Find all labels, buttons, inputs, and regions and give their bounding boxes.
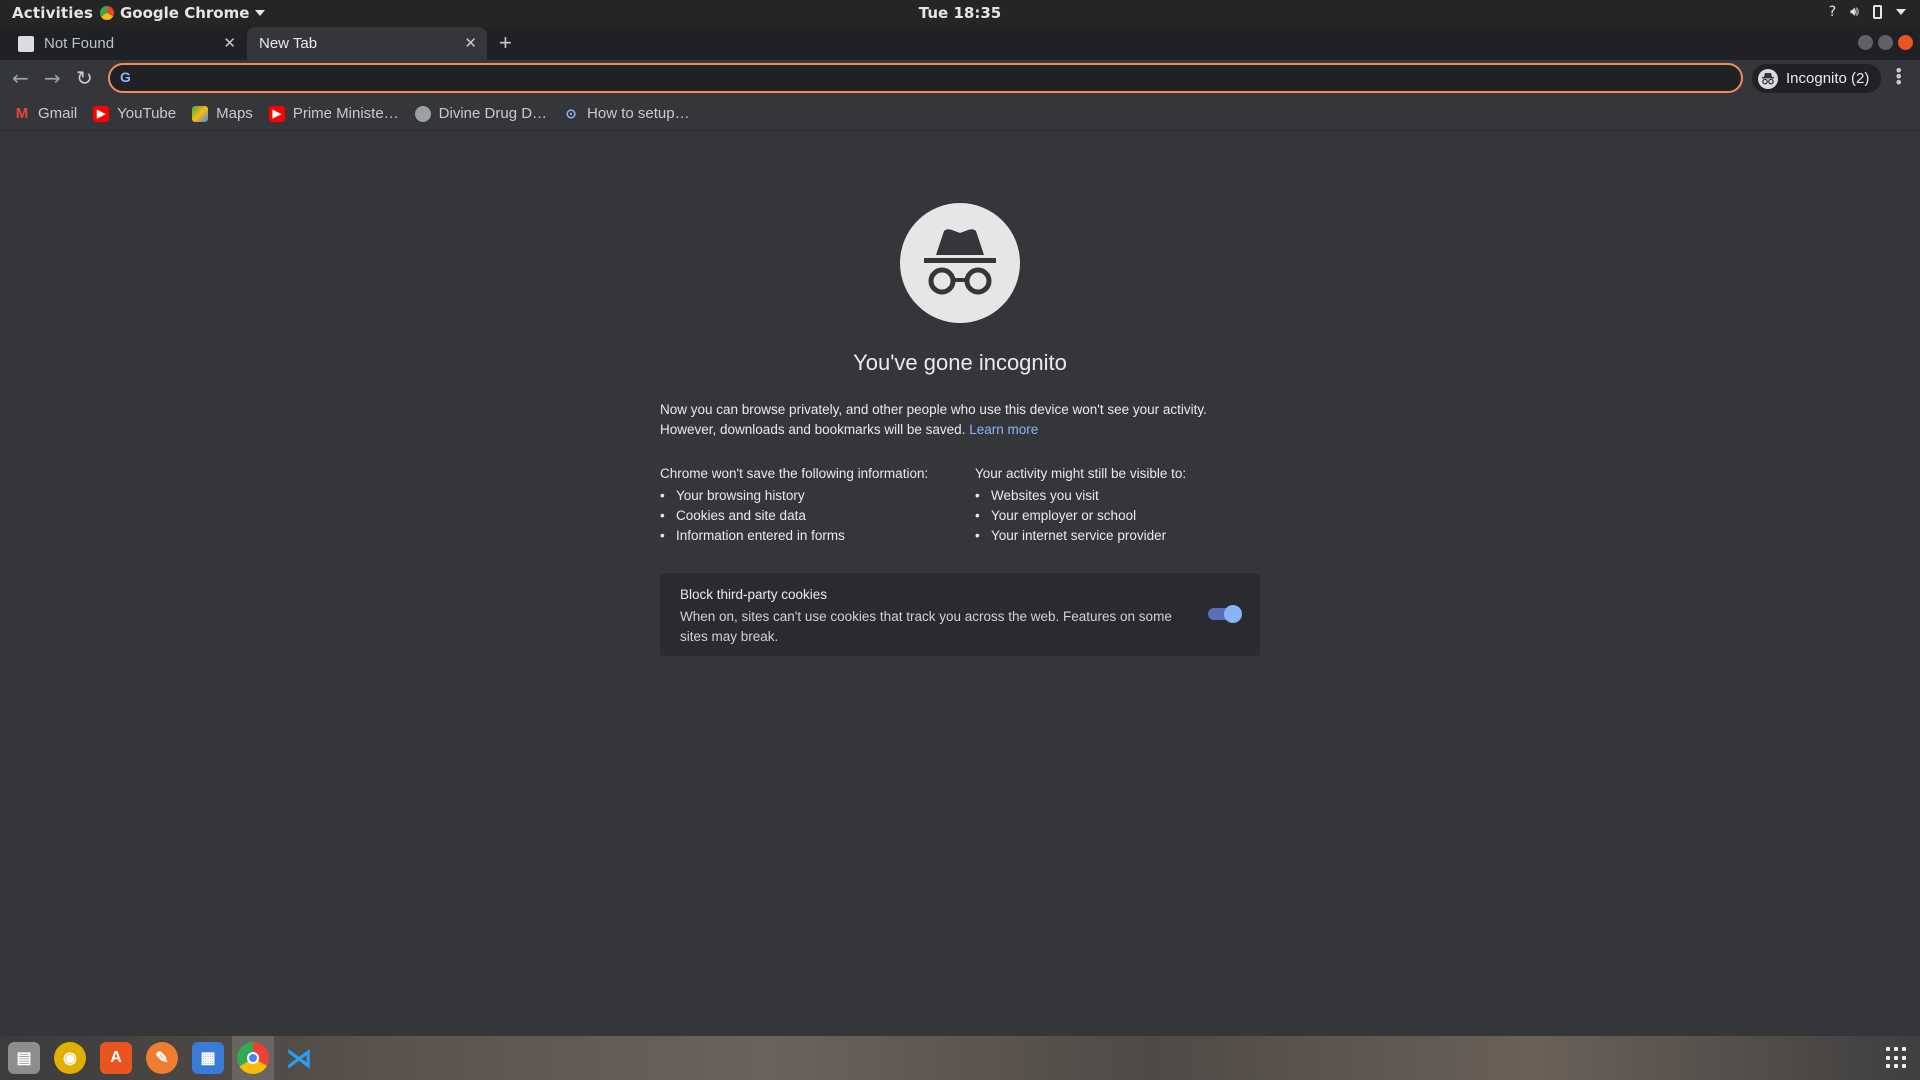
bookmark-label: How to setup…: [587, 105, 690, 122]
help-icon[interactable]: ?: [1829, 4, 1836, 20]
files-icon[interactable]: ▤: [8, 1042, 40, 1074]
incognito-page: You've gone incognito Now you can browse…: [0, 131, 1920, 1036]
system-top-bar: Activities Google Chrome Tue 18:35 ? 🔊︎: [0, 0, 1920, 27]
bookmark-gmail[interactable]: M Gmail: [14, 105, 77, 122]
chevron-down-icon[interactable]: [1896, 9, 1906, 15]
page-favicon-icon: [18, 35, 34, 52]
show-applications-icon[interactable]: [1886, 1047, 1908, 1069]
profile-label: Incognito (2): [1786, 70, 1870, 87]
chevron-down-icon: [255, 10, 266, 16]
tab-title: Not Found: [44, 35, 115, 52]
list-item: Websites you visit: [975, 486, 1295, 506]
back-arrow-icon[interactable]: ←: [12, 66, 29, 90]
chrome-icon: [100, 6, 114, 20]
incognito-spy-icon: [900, 203, 1020, 323]
toggle-knob: [1224, 605, 1242, 623]
app-menu-label: Google Chrome: [120, 4, 250, 22]
learn-more-link[interactable]: Learn more: [969, 422, 1038, 437]
bookmark-divine-drug[interactable]: Divine Drug D…: [414, 105, 548, 122]
block-cookies-toggle[interactable]: [1208, 605, 1242, 623]
forward-arrow-icon[interactable]: →: [44, 66, 61, 90]
youtube-icon: ▶: [93, 105, 110, 122]
not-saved-heading: Chrome won't save the following informat…: [660, 466, 929, 481]
close-tab-icon[interactable]: ✕: [223, 34, 236, 52]
still-visible-list: Your activity might still be visible to:…: [975, 466, 1295, 546]
google-icon: G: [120, 69, 131, 85]
clock[interactable]: Tue 18:35: [0, 4, 1920, 22]
incognito-icon: [1758, 68, 1778, 89]
tab-not-found[interactable]: Not Found ✕: [0, 27, 246, 60]
intro-text: Now you can browse privately, and other …: [660, 400, 1260, 440]
volume-icon[interactable]: 🔊︎: [1850, 4, 1859, 20]
dock: ▤ ◉ A ✎ ▦ ⋊: [0, 1036, 1920, 1080]
new-tab-button[interactable]: +: [499, 30, 512, 56]
page-title: You've gone incognito: [853, 350, 1067, 375]
more-menu-icon[interactable]: • • •: [1894, 63, 1903, 91]
reload-icon[interactable]: ↻: [76, 66, 93, 90]
not-saved-list: Chrome won't save the following informat…: [660, 466, 980, 546]
close-window-icon[interactable]: [1898, 35, 1913, 50]
list-item: Your internet service provider: [975, 526, 1295, 546]
bookmark-label: YouTube: [117, 105, 177, 122]
list-item: Information entered in forms: [660, 526, 980, 546]
software-center-icon[interactable]: A: [100, 1042, 132, 1074]
tab-title: New Tab: [259, 35, 318, 52]
list-item: Your browsing history: [660, 486, 980, 506]
list-item: Cookies and site data: [660, 506, 980, 526]
incognito-profile-button[interactable]: Incognito (2): [1752, 64, 1882, 93]
bookmark-label: Divine Drug D…: [438, 105, 548, 122]
gmail-icon: M: [15, 105, 29, 122]
browser-toolbar: ← → ↻ G Incognito (2) • • •: [0, 60, 1920, 97]
close-tab-icon[interactable]: ✕: [464, 34, 477, 52]
vscode-icon[interactable]: ⋊: [283, 1042, 315, 1074]
intro-line-1: Now you can browse privately, and other …: [660, 402, 1207, 417]
cookie-card-title: Block third-party cookies: [680, 587, 828, 602]
chrome-icon[interactable]: [237, 1042, 269, 1074]
tab-new-tab[interactable]: New Tab ✕: [247, 27, 487, 60]
tab-strip: Not Found ✕ New Tab ✕ +: [0, 27, 1920, 60]
bookmark-label: Gmail: [38, 105, 78, 122]
address-input[interactable]: [142, 68, 1722, 88]
activities-button[interactable]: Activities: [12, 4, 93, 22]
bookmark-label: Maps: [216, 105, 253, 122]
bookmark-youtube[interactable]: ▶ YouTube: [93, 105, 176, 122]
document-viewer-icon[interactable]: ▦: [192, 1042, 224, 1074]
minimize-icon[interactable]: [1858, 35, 1873, 50]
cookie-card-description: When on, sites can't use cookies that tr…: [680, 609, 1172, 644]
intro-line-2: However, downloads and bookmarks will be…: [660, 420, 1260, 440]
brush-app-icon[interactable]: ✎: [146, 1042, 178, 1074]
youtube-icon: ▶: [268, 105, 285, 122]
list-item: Your employer or school: [975, 506, 1295, 526]
still-visible-heading: Your activity might still be visible to:: [975, 466, 1187, 481]
globe-icon: [414, 105, 431, 122]
app-menu[interactable]: Google Chrome: [100, 4, 266, 22]
rhythmbox-icon[interactable]: ◉: [54, 1042, 86, 1074]
bookmark-maps[interactable]: Maps: [192, 105, 253, 122]
maps-icon: [192, 105, 209, 122]
link-icon: ⊙: [565, 105, 577, 121]
bookmark-how-to-setup[interactable]: ⊙ How to setup…: [563, 105, 690, 122]
bookmark-label: Prime Ministe…: [292, 105, 399, 122]
address-bar[interactable]: G: [108, 63, 1743, 93]
third-party-cookies-card: Block third-party cookies When on, sites…: [660, 573, 1260, 656]
bookmark-prime-minister[interactable]: ▶ Prime Ministe…: [268, 105, 399, 122]
system-tray[interactable]: ? 🔊︎: [1829, 4, 1906, 20]
battery-icon[interactable]: [1873, 5, 1882, 19]
maximize-icon[interactable]: [1878, 35, 1893, 50]
bookmarks-bar: M Gmail ▶ YouTube Maps ▶ Prime Ministe… …: [0, 97, 1920, 131]
intro-line-2-text: However, downloads and bookmarks will be…: [660, 422, 966, 437]
